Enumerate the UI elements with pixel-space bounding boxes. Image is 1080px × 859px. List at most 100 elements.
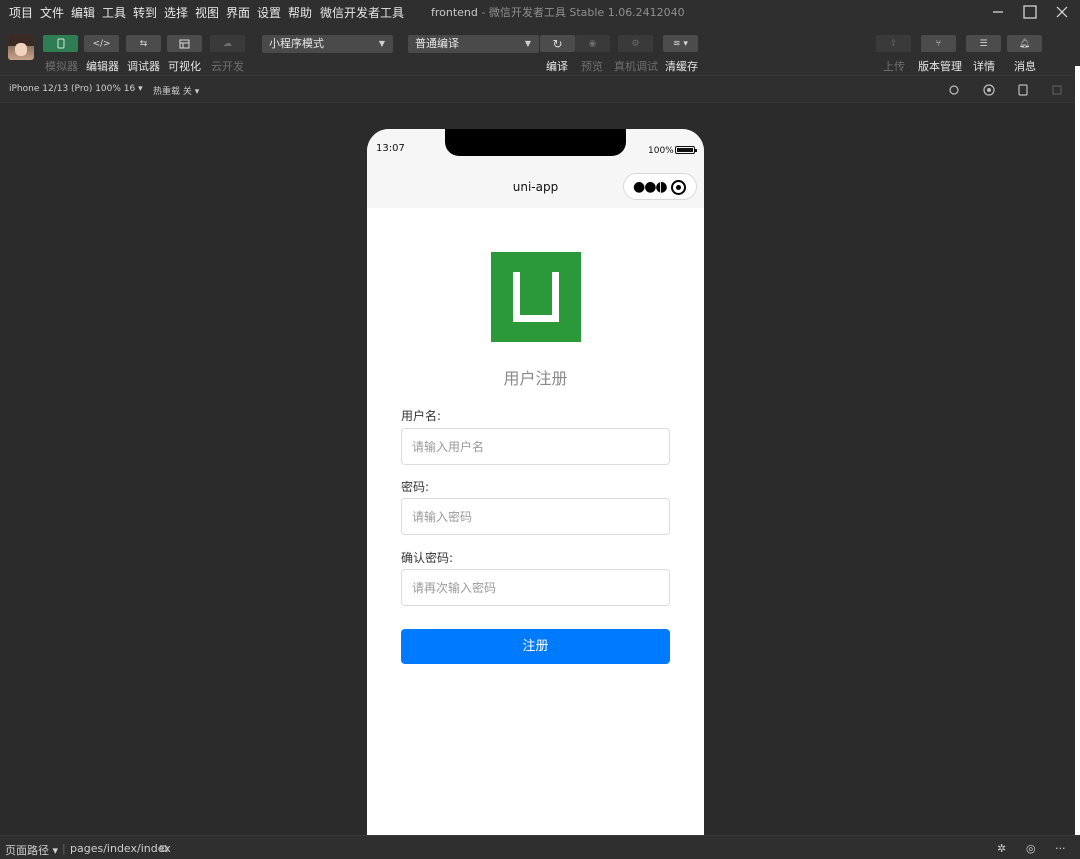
page-path-select[interactable]: 页面路径 ▾ <box>5 842 58 858</box>
more-icon[interactable]: ●●● <box>633 180 668 194</box>
notch <box>445 129 626 156</box>
compile-label: 编译 <box>546 60 568 73</box>
chevron-down-icon: ▼ <box>378 39 385 48</box>
chevron-down-icon: ▼ <box>524 39 531 48</box>
version-control-button[interactable]: ⑂ <box>921 35 956 52</box>
capsule-menu[interactable]: ●●● <box>623 173 697 200</box>
branch-icon: ⑂ <box>935 38 942 49</box>
avatar[interactable] <box>8 34 34 60</box>
phone-icon <box>1018 84 1028 96</box>
editor-panel-edge <box>1075 66 1080 835</box>
visual-label: 可视化 <box>168 60 201 73</box>
device-frame-button[interactable] <box>1016 83 1030 97</box>
bug-icon[interactable]: ✲ <box>997 842 1006 855</box>
menu-tools[interactable]: 工具 <box>102 4 126 21</box>
preview-button[interactable]: ◉ <box>575 35 610 52</box>
divider: | <box>62 842 66 855</box>
hot-reload-toggle[interactable]: 热重载 关 ▾ <box>153 84 199 97</box>
debugger-label: 调试器 <box>127 60 160 73</box>
editor-label: 编辑器 <box>86 60 119 73</box>
minimize-icon <box>993 11 1003 13</box>
debugger-icon: ⇆ <box>139 38 148 49</box>
status-bar: 13:07 100% <box>367 129 704 167</box>
debugger-toggle-button[interactable]: ⇆ <box>126 35 161 52</box>
upload-icon: ⇪ <box>889 38 898 49</box>
more-icon[interactable]: ··· <box>1055 842 1066 855</box>
confirm-password-label: 确认密码: <box>401 551 454 565</box>
close-button[interactable] <box>1044 0 1080 24</box>
project-name: frontend <box>431 6 478 19</box>
refresh-icon: ↻ <box>552 36 563 51</box>
title-separator: - <box>481 6 489 19</box>
device-select[interactable]: iPhone 12/13 (Pro) 100% 16 ▾ <box>9 84 143 94</box>
menu-help[interactable]: 帮助 <box>288 4 312 21</box>
phone-icon <box>57 38 64 49</box>
menu-icon: ☰ <box>979 38 988 49</box>
bug-icon: ⚙ <box>631 38 640 49</box>
menu-view[interactable]: 视图 <box>195 4 219 21</box>
username-input[interactable] <box>401 428 670 465</box>
compile-mode-select[interactable]: 普通编译 ▼ <box>408 35 539 53</box>
menu-project[interactable]: 项目 <box>9 4 33 21</box>
messages-label: 消息 <box>1014 60 1036 73</box>
menu-wechat-devtools[interactable]: 微信开发者工具 <box>320 4 404 21</box>
upload-button[interactable]: ⇪ <box>876 35 911 52</box>
detach-button[interactable] <box>1050 83 1064 97</box>
minimize-button[interactable] <box>980 0 1016 24</box>
password-label: 密码: <box>401 480 430 494</box>
remote-debug-label: 真机调试 <box>614 60 658 73</box>
menu-edit[interactable]: 编辑 <box>71 4 95 21</box>
visual-toggle-button[interactable] <box>167 35 202 52</box>
copy-icon[interactable]: ⧉ <box>160 842 168 856</box>
capsule-divider <box>660 180 661 194</box>
menu-file[interactable]: 文件 <box>40 4 64 21</box>
app-title: 微信开发者工具 Stable 1.06.2412040 <box>488 6 685 19</box>
editor-toggle-button[interactable]: </> <box>84 35 119 52</box>
page-title: 用户注册 <box>503 369 568 388</box>
detach-icon <box>1052 85 1062 95</box>
simulator-toggle-button[interactable] <box>43 35 78 52</box>
uni-app-logo <box>491 252 581 342</box>
close-icon <box>1056 6 1068 18</box>
simulator-label: 模拟器 <box>45 60 78 73</box>
mini-program-navbar: uni-app ●●● <box>367 167 704 208</box>
bell-icon: 🔔︎ <box>1018 38 1031 49</box>
layers-icon: ≋ ▾ <box>673 38 688 49</box>
menu-settings[interactable]: 设置 <box>257 4 281 21</box>
status-footer: 页面路径 ▾ | pages/index/index ⧉ ✲ ◎ ··· <box>0 835 1080 859</box>
register-button[interactable]: 注册 <box>401 629 670 664</box>
maximize-icon <box>1023 5 1037 19</box>
cloud-dev-label: 云开发 <box>211 60 244 73</box>
clear-cache-button[interactable]: ≋ ▾ <box>663 35 698 52</box>
simulator-bar: iPhone 12/13 (Pro) 100% 16 ▾ 热重载 关 ▾ <box>0 77 1080 103</box>
close-circle-icon[interactable] <box>671 180 686 195</box>
menu-goto[interactable]: 转到 <box>133 4 157 21</box>
cloud-dev-button[interactable]: ☁ <box>210 35 245 52</box>
record-button[interactable] <box>982 83 996 97</box>
refresh-icon <box>949 85 959 95</box>
menu-interface[interactable]: 界面 <box>226 4 250 21</box>
status-time: 13:07 <box>376 143 405 154</box>
maximize-button[interactable] <box>1012 0 1048 24</box>
compile-button[interactable]: ↻ <box>540 35 575 52</box>
clear-cache-label: 清缓存 <box>665 60 698 73</box>
toolbar: 模拟器 </> 编辑器 ⇆ 调试器 可视化 ☁ 云开发 小程序模式 ▼ 普通编译… <box>0 24 1080 76</box>
menu-select[interactable]: 选择 <box>164 4 188 21</box>
messages-button[interactable]: 🔔︎ <box>1007 35 1042 52</box>
page-path-label: 页面路径 <box>5 844 49 857</box>
eye-icon[interactable]: ◎ <box>1026 842 1036 855</box>
details-label: 详情 <box>973 60 995 73</box>
username-label: 用户名: <box>401 409 442 423</box>
window-title: frontend - 微信开发者工具 Stable 1.06.2412040 <box>431 4 685 20</box>
confirm-password-input[interactable] <box>401 569 670 606</box>
rotate-button[interactable] <box>947 83 961 97</box>
code-icon: </> <box>92 38 111 49</box>
cloud-icon: ☁ <box>223 38 232 49</box>
details-button[interactable]: ☰ <box>966 35 1001 52</box>
logo-u-shape <box>513 272 559 322</box>
eye-icon: ◉ <box>588 38 597 49</box>
remote-debug-button[interactable]: ⚙ <box>618 35 653 52</box>
layout-icon <box>179 39 190 48</box>
mode-select[interactable]: 小程序模式 ▼ <box>262 35 393 53</box>
password-input[interactable] <box>401 498 670 535</box>
